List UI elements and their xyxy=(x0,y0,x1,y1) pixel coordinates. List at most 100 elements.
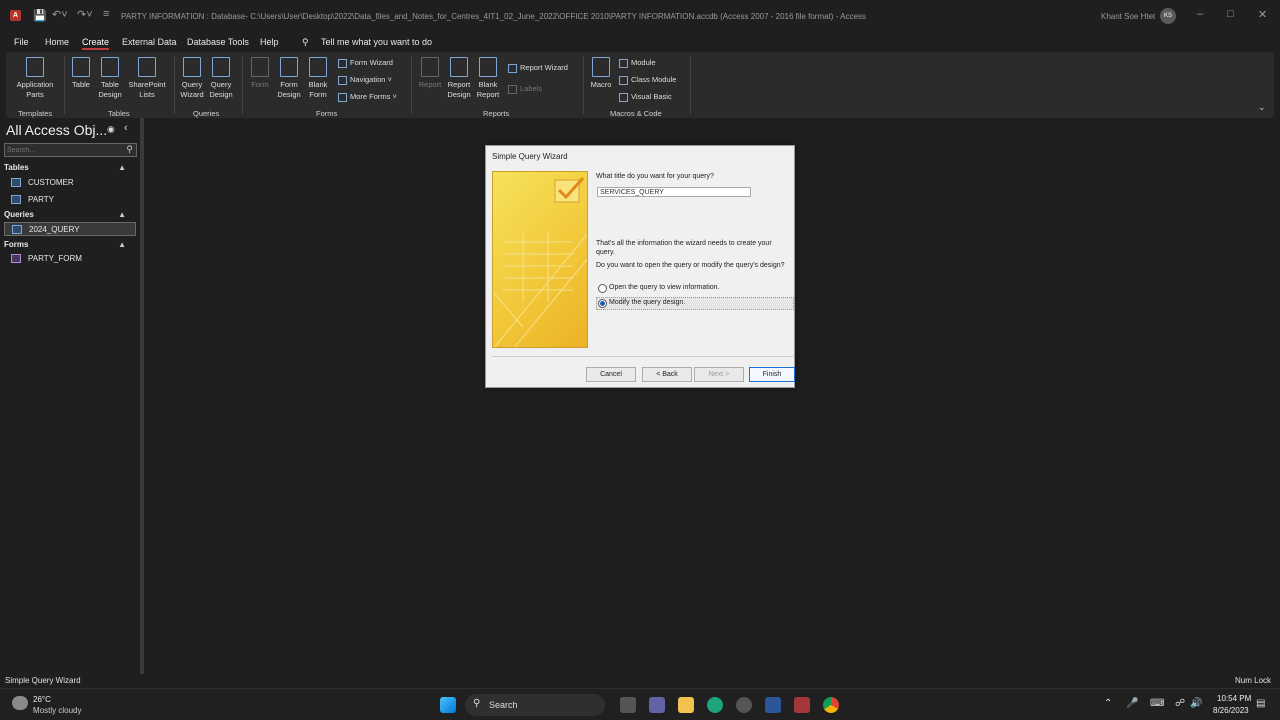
nav-group-forms[interactable]: Forms ▲ xyxy=(4,240,136,249)
report-design-button[interactable]: Report Design xyxy=(447,57,471,100)
open-query-label[interactable]: Open the query to view information. xyxy=(609,284,720,291)
nav-menu-icon[interactable]: ◉ xyxy=(107,124,115,135)
blank-report-button[interactable]: Blank Report xyxy=(476,57,500,100)
wizard-graphic-icon xyxy=(493,176,587,347)
table-design-button[interactable]: Table Design xyxy=(98,57,122,100)
ime-icon[interactable]: ⌨ xyxy=(1150,698,1164,709)
blank-report-label: Blank Report xyxy=(476,80,500,99)
application-parts-button[interactable]: Application Parts xyxy=(12,57,58,100)
application-parts-label: Application Parts xyxy=(16,80,54,99)
macro-icon xyxy=(592,57,610,77)
nav-group-tables[interactable]: Tables ▲ xyxy=(4,163,136,172)
query-design-icon xyxy=(212,57,230,77)
sharepoint-lists-button[interactable]: SharePoint Lists xyxy=(126,57,168,100)
tab-create[interactable]: Create xyxy=(82,37,110,50)
access-icon[interactable] xyxy=(794,697,810,713)
settings-icon[interactable] xyxy=(736,697,752,713)
nav-group-forms-label: Forms xyxy=(4,240,29,249)
query-wizard-icon xyxy=(183,57,201,77)
avatar[interactable]: KS xyxy=(1160,8,1176,24)
word-icon[interactable] xyxy=(765,697,781,713)
navigation-label: Navigation xyxy=(350,75,386,84)
nav-pane-title[interactable]: All Access Obj... xyxy=(6,122,107,138)
labels-button[interactable]: Labels xyxy=(508,84,542,94)
report-button[interactable]: Report xyxy=(418,57,442,90)
modify-design-radio[interactable] xyxy=(598,299,607,308)
file-explorer-icon[interactable] xyxy=(678,697,694,713)
nav-item-table[interactable]: CUSTOMER xyxy=(4,176,136,190)
more-forms-button[interactable]: More Forms ˅ xyxy=(338,92,397,102)
network-icon[interactable]: ☍ xyxy=(1175,698,1185,709)
file-manager-icon[interactable] xyxy=(620,697,636,713)
save-icon[interactable]: 💾 xyxy=(33,9,47,22)
open-query-radio[interactable] xyxy=(598,284,607,293)
form-wizard-label: Form Wizard xyxy=(350,58,393,67)
undo-icon[interactable]: ↶˅ xyxy=(52,8,68,21)
weather-desc[interactable]: Mostly cloudy xyxy=(33,706,81,715)
finish-button[interactable]: Finish xyxy=(749,367,795,382)
form-design-button[interactable]: Form Design xyxy=(277,57,301,100)
nav-splitter[interactable] xyxy=(140,118,144,674)
maximize-icon[interactable]: □ xyxy=(1227,8,1234,20)
visual-basic-button[interactable]: Visual Basic xyxy=(619,92,672,102)
collapse-ribbon-icon[interactable]: ⌄ xyxy=(1258,102,1266,113)
customize-qat-icon[interactable]: ≡ xyxy=(103,8,109,20)
tray-overflow-icon[interactable]: ⌃ xyxy=(1104,698,1112,709)
chevron-up-icon: ▲ xyxy=(118,240,126,249)
microphone-icon[interactable]: 🎤 xyxy=(1126,698,1138,709)
query-design-button[interactable]: Query Design xyxy=(209,57,233,100)
tab-database-tools[interactable]: Database Tools xyxy=(187,37,249,47)
tell-me-box[interactable]: Tell me what you want to do xyxy=(321,37,432,47)
chrome-icon[interactable] xyxy=(823,697,839,713)
nav-collapse-icon[interactable]: ‹ xyxy=(124,122,128,134)
class-module-icon xyxy=(619,75,628,85)
edge-icon[interactable] xyxy=(707,697,723,713)
form-wizard-button[interactable]: Form Wizard xyxy=(338,58,393,68)
table-button[interactable]: Table xyxy=(69,57,93,90)
query-title-question: What title do you want for your query? xyxy=(596,173,714,180)
nav-search-input[interactable] xyxy=(7,145,117,155)
status-text: Simple Query Wizard xyxy=(5,676,81,685)
form-button[interactable]: Form xyxy=(248,57,272,90)
nav-item-query[interactable]: 2024_QUERY xyxy=(4,222,136,236)
notifications-icon[interactable]: ▤ xyxy=(1256,698,1265,709)
window-title: PARTY INFORMATION : Database- C:\Users\U… xyxy=(121,12,866,21)
minimize-icon[interactable]: – xyxy=(1197,8,1203,20)
nav-search-box[interactable]: ⚲ xyxy=(4,143,137,157)
nav-item-table[interactable]: PARTY xyxy=(4,193,136,207)
macro-button[interactable]: Macro xyxy=(589,57,613,90)
search-icon[interactable]: ⚲ xyxy=(302,37,309,48)
dialog-title: Simple Query Wizard xyxy=(492,152,568,161)
close-icon[interactable]: ✕ xyxy=(1258,8,1267,21)
nav-item-form[interactable]: PARTY_FORM xyxy=(4,252,136,266)
sharepoint-lists-label: SharePoint Lists xyxy=(128,80,166,99)
nav-item-label: PARTY_FORM xyxy=(28,254,82,263)
tab-help[interactable]: Help xyxy=(260,37,279,47)
clock-time[interactable]: 10:54 PM xyxy=(1217,694,1251,703)
next-button[interactable]: Next > xyxy=(694,367,744,382)
module-button[interactable]: Module xyxy=(619,58,656,68)
blank-form-button[interactable]: Blank Form xyxy=(306,57,330,100)
start-icon[interactable] xyxy=(440,697,456,713)
nav-group-queries[interactable]: Queries ▲ xyxy=(4,210,136,219)
volume-icon[interactable]: 🔊 xyxy=(1190,698,1202,709)
cancel-button[interactable]: Cancel xyxy=(586,367,636,382)
redo-icon[interactable]: ↷˅ xyxy=(77,8,93,21)
tab-external-data[interactable]: External Data xyxy=(122,37,177,47)
class-module-button[interactable]: Class Module xyxy=(619,75,676,85)
weather-temp[interactable]: 26°C xyxy=(33,695,51,704)
query-wizard-button[interactable]: Query Wizard xyxy=(180,57,204,100)
taskbar-search[interactable]: ⚲ Search xyxy=(465,694,605,716)
clock-date[interactable]: 8/26/2023 xyxy=(1213,706,1249,715)
report-wizard-button[interactable]: Report Wizard xyxy=(508,63,568,73)
weather-icon[interactable] xyxy=(12,696,28,710)
form-label: Form xyxy=(251,80,269,89)
tab-home[interactable]: Home xyxy=(45,37,69,47)
blank-form-label: Blank Form xyxy=(308,80,328,99)
tab-file[interactable]: File xyxy=(14,37,29,47)
back-button[interactable]: < Back xyxy=(642,367,692,382)
chat-icon[interactable] xyxy=(649,697,665,713)
modify-design-label[interactable]: Modify the query design. xyxy=(609,299,685,306)
navigation-button[interactable]: Navigation ˅ xyxy=(338,75,392,85)
query-title-input[interactable] xyxy=(597,187,751,197)
